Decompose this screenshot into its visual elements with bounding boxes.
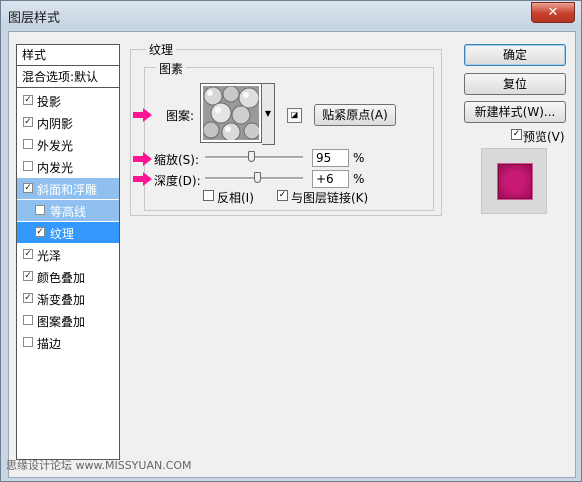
preview-label: 预览(V): [523, 130, 565, 144]
gradient-overlay-checkbox[interactable]: ✓: [23, 293, 33, 303]
style-item-bevel-emboss[interactable]: ✓ 斜面和浮雕: [17, 178, 119, 199]
color-overlay-checkbox[interactable]: ✓: [23, 271, 33, 281]
pixel-subgroup-title: 图素: [156, 60, 187, 77]
bevel-emboss-checkbox[interactable]: ✓: [23, 183, 33, 193]
pixel-subgroup-frame: [144, 67, 434, 211]
scale-slider-handle[interactable]: [248, 151, 255, 162]
depth-unit: %: [353, 172, 365, 186]
style-item-stroke[interactable]: 描边: [17, 332, 119, 353]
pattern-overlay-checkbox[interactable]: [23, 315, 33, 325]
style-item-label: 内发光: [37, 161, 74, 175]
satin-checkbox[interactable]: ✓: [23, 249, 33, 259]
stroke-checkbox[interactable]: [23, 337, 33, 347]
pointer-arrow-icon: [133, 108, 152, 122]
new-style-button[interactable]: 新建样式(W)...: [464, 101, 566, 123]
style-item-inner-shadow[interactable]: ✓ 内阴影: [17, 112, 119, 133]
style-item-inner-glow[interactable]: 内发光: [17, 156, 119, 177]
style-item-outer-glow[interactable]: 外发光: [17, 134, 119, 155]
close-button[interactable]: ✕: [531, 2, 575, 23]
contour-checkbox[interactable]: [35, 205, 45, 215]
style-item-label: 渐变叠加: [37, 293, 86, 307]
texture-checkbox[interactable]: ✓: [35, 227, 45, 237]
new-preset-icon[interactable]: ◪: [287, 108, 302, 123]
pointer-arrow-icon: [133, 172, 152, 186]
bubble-pattern-thumbnail: [202, 85, 261, 142]
ok-button[interactable]: 确定: [464, 44, 566, 66]
snap-to-origin-button[interactable]: 贴紧原点(A): [314, 104, 396, 126]
style-item-color-overlay[interactable]: ✓ 颜色叠加: [17, 266, 119, 287]
preview-square: [498, 164, 532, 199]
preview-checkbox[interactable]: ✓: [511, 129, 522, 140]
invert-checkbox[interactable]: [203, 190, 214, 201]
invert-label: 反相(I): [217, 191, 254, 205]
style-item-pattern-overlay[interactable]: 图案叠加: [17, 310, 119, 331]
depth-value-field[interactable]: +6: [312, 170, 349, 188]
style-item-label: 描边: [37, 337, 62, 351]
style-item-label: 投影: [37, 95, 62, 109]
link-with-layer-checkbox[interactable]: ✓: [277, 190, 288, 201]
depth-label: 深度(D):: [154, 174, 201, 188]
styles-header[interactable]: 样式: [17, 45, 119, 66]
style-item-label: 斜面和浮雕: [37, 183, 98, 197]
inner-shadow-checkbox[interactable]: ✓: [23, 117, 33, 127]
blend-options-item[interactable]: 混合选项:默认: [17, 67, 119, 88]
style-item-label: 内阴影: [37, 117, 74, 131]
inner-glow-checkbox[interactable]: [23, 161, 33, 171]
style-item-label: 光泽: [37, 249, 62, 263]
title-bar[interactable]: 图层样式 ✕: [1, 1, 581, 29]
style-preview-swatch: [481, 148, 547, 214]
watermark-text: 思缘设计论坛 www.MISSYUAN.COM: [6, 459, 192, 472]
style-item-texture[interactable]: ✓ 纹理: [17, 222, 119, 243]
pattern-label: 图案:: [166, 109, 195, 123]
window-title: 图层样式: [8, 11, 61, 26]
style-item-label: 纹理: [50, 227, 75, 241]
style-item-label: 外发光: [37, 139, 74, 153]
link-with-layer-label: 与图层链接(K): [291, 191, 369, 205]
outer-glow-checkbox[interactable]: [23, 139, 33, 149]
texture-group-title: 纹理: [146, 41, 177, 58]
scale-value-field[interactable]: 95: [312, 149, 349, 167]
style-item-label: 等高线: [50, 205, 87, 219]
pattern-dropdown-arrow-icon[interactable]: ▼: [262, 83, 275, 145]
style-item-satin[interactable]: ✓ 光泽: [17, 244, 119, 265]
depth-slider-handle[interactable]: [254, 172, 261, 183]
style-item-label: 颜色叠加: [37, 271, 86, 285]
style-list: 样式 混合选项:默认 ✓ 投影 ✓ 内阴影 外发光 内发光 ✓ 斜面和浮雕 等高…: [16, 44, 120, 460]
pattern-picker[interactable]: [200, 83, 262, 143]
scale-label: 缩放(S):: [154, 153, 200, 167]
reset-button[interactable]: 复位: [464, 73, 566, 95]
style-item-contour[interactable]: 等高线: [17, 200, 119, 221]
pointer-arrow-icon: [133, 152, 152, 166]
drop-shadow-checkbox[interactable]: ✓: [23, 95, 33, 105]
style-item-gradient-overlay[interactable]: ✓ 渐变叠加: [17, 288, 119, 309]
style-item-label: 图案叠加: [37, 315, 86, 329]
scale-unit: %: [353, 151, 365, 165]
style-item-drop-shadow[interactable]: ✓ 投影: [17, 90, 119, 111]
